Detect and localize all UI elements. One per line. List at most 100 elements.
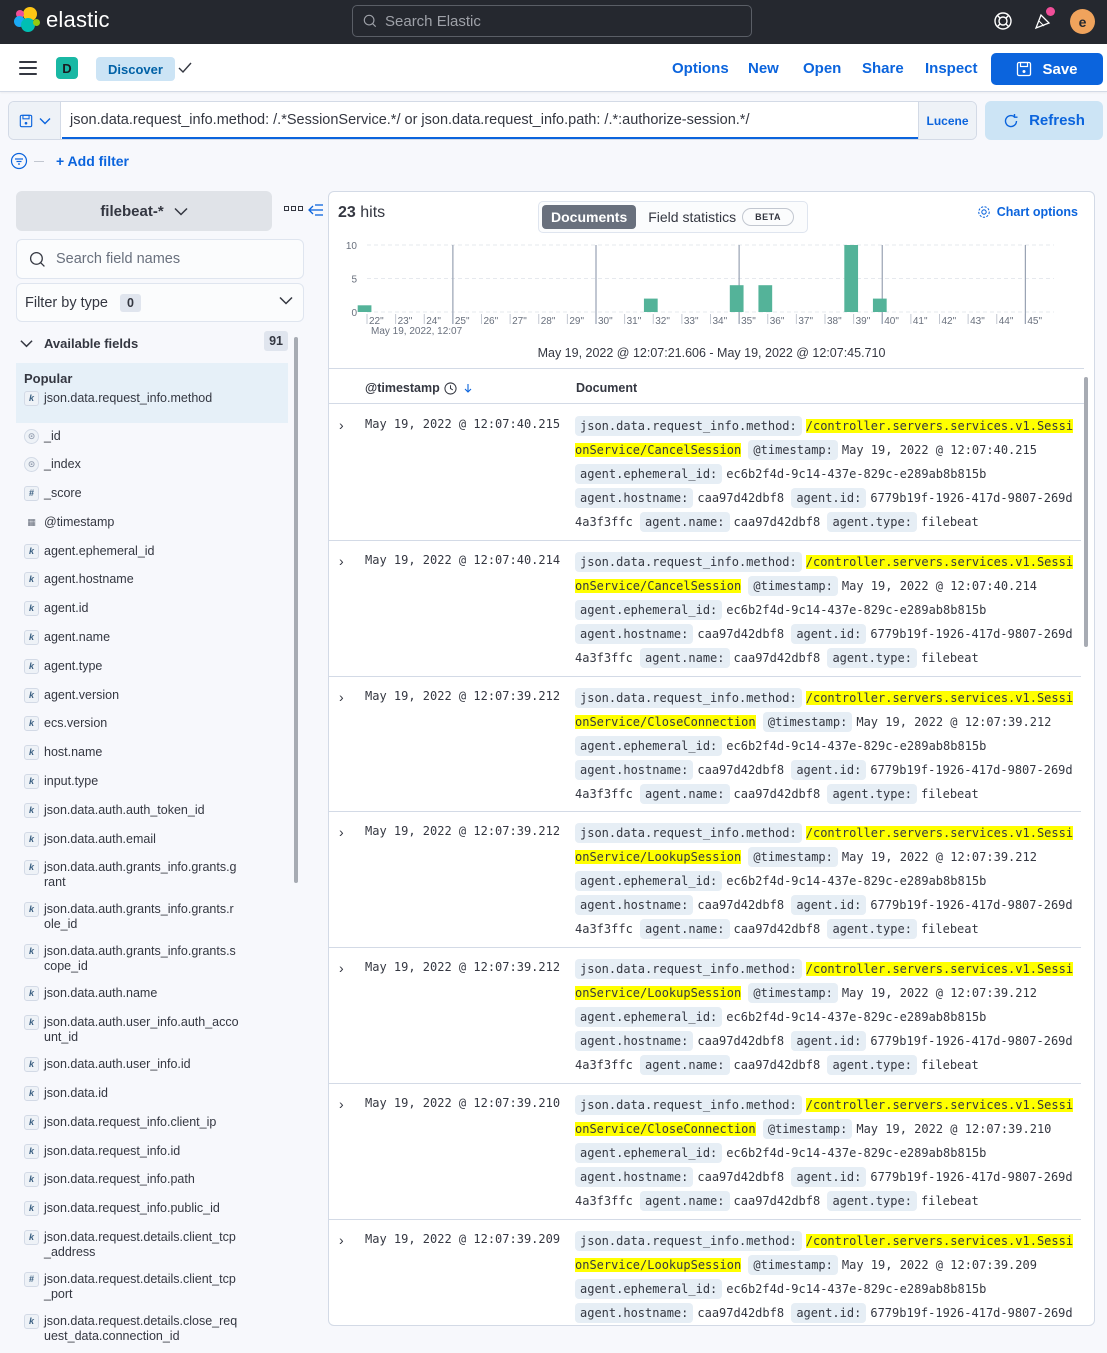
doc-key[interactable]: json.data.request_info.method: xyxy=(575,1230,802,1251)
user-avatar[interactable]: e xyxy=(1070,9,1095,34)
field-item[interactable]: k json.data.auth.user_info.auth_account_i… xyxy=(24,1012,294,1054)
doc-key[interactable]: agent.ephemeral_id: xyxy=(575,464,723,484)
field-item[interactable]: k json.data.auth.auth_token_id xyxy=(24,799,294,828)
doc-key[interactable]: agent.id: xyxy=(791,623,867,644)
doc-key[interactable]: agent.hostname: xyxy=(575,759,694,780)
doc-key[interactable]: agent.hostname: xyxy=(575,1031,694,1052)
expand-row-icon[interactable]: › xyxy=(339,417,344,433)
field-item[interactable]: # json.data.request.details.client_tcp_po… xyxy=(24,1269,294,1311)
share-link[interactable]: Share xyxy=(862,60,904,77)
doc-key[interactable]: agent.ephemeral_id: xyxy=(575,735,723,756)
field-item[interactable]: k host.name xyxy=(24,742,294,771)
doc-key[interactable]: agent.ephemeral_id: xyxy=(575,599,723,620)
doc-key[interactable]: agent.name: xyxy=(640,647,730,668)
field-item[interactable]: k agent.id xyxy=(24,598,294,627)
field-item[interactable]: ⊙ _index xyxy=(24,454,294,483)
field-item[interactable]: k agent.version xyxy=(24,684,294,713)
field-item[interactable]: k json.data.auth.email xyxy=(24,828,294,857)
doc-key[interactable]: @timestamp: xyxy=(748,575,838,596)
menu-toggle-icon[interactable] xyxy=(19,61,37,75)
filter-by-type[interactable]: Filter by type 0 xyxy=(16,283,304,322)
doc-key[interactable]: agent.type: xyxy=(827,783,917,804)
field-item[interactable]: k agent.type xyxy=(24,655,294,684)
field-item[interactable]: k json.data.auth.user_info.id xyxy=(24,1054,294,1083)
field-item[interactable]: k agent.hostname xyxy=(24,569,294,598)
field-item[interactable]: k json.data.id xyxy=(24,1083,294,1112)
doc-key[interactable]: agent.name: xyxy=(640,1190,730,1211)
doc-key[interactable]: agent.name: xyxy=(640,919,730,940)
global-search-input[interactable] xyxy=(385,12,725,30)
doc-key[interactable]: @timestamp: xyxy=(762,1118,853,1139)
query-input[interactable]: json.data.request_info.method: /.*Sessio… xyxy=(62,102,918,139)
space-avatar[interactable]: D xyxy=(56,57,78,79)
doc-key[interactable]: agent.hostname: xyxy=(575,623,694,644)
index-pattern-picker[interactable]: filebeat-* xyxy=(16,191,272,231)
field-item[interactable]: k json.data.request.details.client_tcp_ad… xyxy=(24,1227,294,1269)
doc-key[interactable]: json.data.request_info.method: xyxy=(575,687,802,708)
expand-row-icon[interactable]: › xyxy=(339,824,344,840)
field-item[interactable]: k json.data.request_info.client_ip xyxy=(24,1111,294,1140)
field-item[interactable]: ▦ @timestamp xyxy=(24,511,294,540)
doc-key[interactable]: agent.id: xyxy=(791,488,867,508)
doc-key[interactable]: agent.name: xyxy=(640,1055,730,1076)
doc-key[interactable]: agent.type: xyxy=(827,512,917,532)
doc-key[interactable]: agent.id: xyxy=(791,1031,867,1052)
query-language-toggle[interactable]: Lucene xyxy=(918,102,976,139)
chart-options-button[interactable]: Chart options xyxy=(977,205,1078,219)
field-search-input[interactable] xyxy=(56,251,296,267)
field-item[interactable]: k agent.ephemeral_id xyxy=(24,540,294,569)
field-item[interactable]: k json.data.auth.name xyxy=(24,983,294,1012)
field-item[interactable]: k json.data.request.details.close_request… xyxy=(24,1311,294,1353)
expand-row-icon[interactable]: › xyxy=(339,689,344,705)
tab-documents[interactable]: Documents xyxy=(542,205,637,229)
field-item[interactable]: k json.data.request_info.public_id xyxy=(24,1198,294,1227)
field-item[interactable]: k input.type xyxy=(24,771,294,800)
field-item[interactable]: k json.data.request_info.path xyxy=(24,1169,294,1198)
sort-descending-icon[interactable] xyxy=(463,382,473,394)
sidebar-scrollbar[interactable] xyxy=(294,337,298,883)
options-link[interactable]: Options xyxy=(672,60,729,77)
tab-field-statistics[interactable]: Field statistics BETA xyxy=(648,208,794,226)
field-item[interactable]: ⊙ _id xyxy=(24,425,294,454)
column-header-timestamp[interactable]: @timestamp xyxy=(365,381,473,395)
collapse-sidebar-icon[interactable] xyxy=(308,202,324,218)
doc-key[interactable]: json.data.request_info.method: xyxy=(575,1094,802,1115)
doc-key[interactable]: agent.hostname: xyxy=(575,1166,694,1187)
doc-key[interactable]: agent.hostname: xyxy=(575,1302,694,1323)
expand-row-icon[interactable]: › xyxy=(339,960,344,976)
field-item[interactable]: k json.data.request_info.method xyxy=(24,386,280,415)
field-search[interactable] xyxy=(16,239,304,279)
doc-key[interactable]: agent.ephemeral_id: xyxy=(575,1142,723,1163)
doc-key[interactable]: json.data.request_info.method: xyxy=(575,823,802,844)
doc-key[interactable]: @timestamp: xyxy=(748,847,838,868)
field-item[interactable]: k json.data.auth.grants_info.grants.scope… xyxy=(24,941,294,983)
inspect-link[interactable]: Inspect xyxy=(925,60,978,77)
saved-query-button[interactable] xyxy=(9,102,61,139)
doc-key[interactable]: agent.type: xyxy=(827,1190,917,1211)
field-item[interactable]: k json.data.auth.grants_info.grants.role_… xyxy=(24,899,294,941)
doc-key[interactable]: agent.hostname: xyxy=(575,895,694,916)
field-item[interactable]: k ecs.version xyxy=(24,713,294,742)
open-link[interactable]: Open xyxy=(803,60,841,77)
index-pattern-options-icon[interactable] xyxy=(284,206,303,211)
doc-key[interactable]: agent.ephemeral_id: xyxy=(575,871,723,892)
doc-key[interactable]: @timestamp: xyxy=(748,440,838,460)
elastic-logo[interactable]: elastic xyxy=(14,7,110,33)
available-fields-header[interactable]: Available fields 91 xyxy=(20,331,288,353)
expand-row-icon[interactable]: › xyxy=(339,553,344,569)
doc-key[interactable]: json.data.request_info.method: xyxy=(575,551,802,572)
doc-key[interactable]: agent.name: xyxy=(640,512,730,532)
doc-key[interactable]: agent.id: xyxy=(791,759,867,780)
refresh-button[interactable]: Refresh xyxy=(985,101,1103,140)
breadcrumb-discover[interactable]: Discover xyxy=(96,57,175,81)
doc-key[interactable]: json.data.request_info.method: xyxy=(575,959,802,980)
new-link[interactable]: New xyxy=(748,60,779,77)
doc-key[interactable]: agent.ephemeral_id: xyxy=(575,1007,723,1028)
doc-key[interactable]: agent.id: xyxy=(791,1302,867,1323)
save-button[interactable]: Save xyxy=(991,53,1103,85)
global-search[interactable] xyxy=(352,5,752,37)
doc-key[interactable]: agent.ephemeral_id: xyxy=(575,1278,723,1299)
add-filter-button[interactable]: + Add filter xyxy=(56,153,129,169)
doc-key[interactable]: json.data.request_info.method: xyxy=(575,416,802,436)
help-icon[interactable] xyxy=(992,10,1014,32)
